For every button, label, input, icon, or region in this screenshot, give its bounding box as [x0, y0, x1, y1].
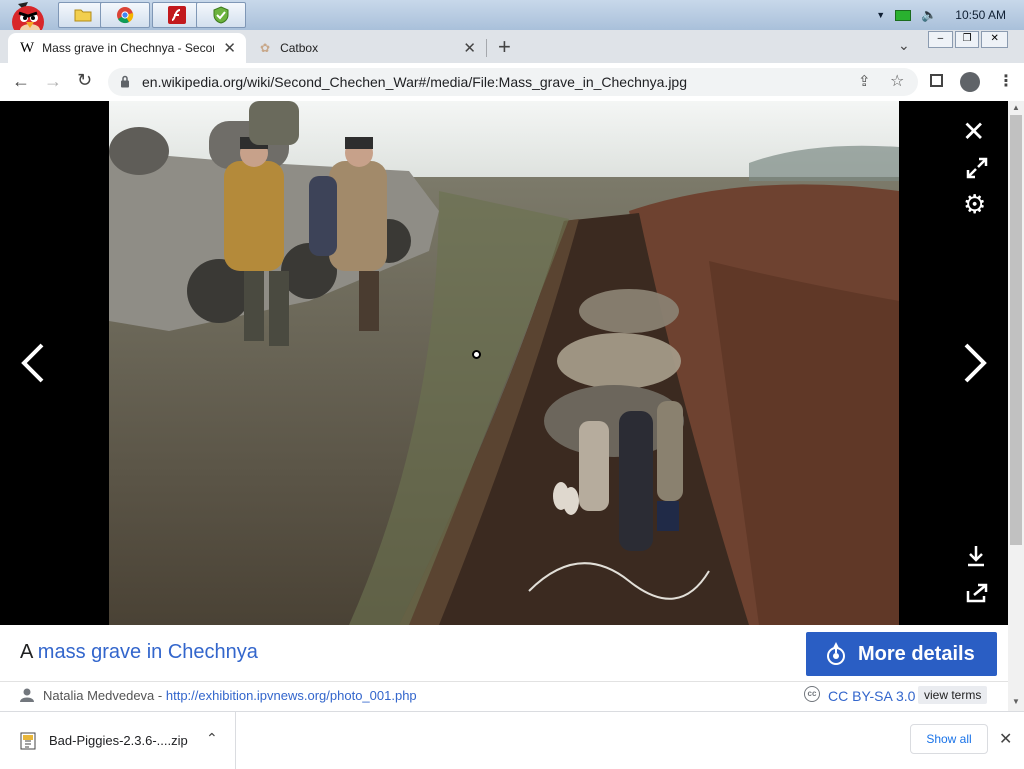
more-details-label: More details: [858, 642, 975, 665]
close-window-icon[interactable]: ✕: [981, 31, 1008, 48]
prev-image-icon[interactable]: [18, 341, 46, 385]
folder-icon: [74, 9, 92, 22]
wikipedia-icon: W: [20, 39, 35, 56]
taskbar-app-flash[interactable]: [152, 2, 202, 28]
fullscreen-icon[interactable]: [965, 156, 989, 180]
clock[interactable]: 10:50 AM: [955, 8, 1006, 22]
media-photo: [109, 101, 899, 625]
tray-expand-icon[interactable]: ▼: [876, 10, 885, 20]
back-icon[interactable]: ←: [12, 71, 30, 92]
new-tab-icon[interactable]: +: [498, 34, 511, 60]
tab-strip: W Mass grave in Chechnya - Secon ✕ ✿ Cat…: [0, 30, 1024, 63]
tab-title: Mass grave in Chechnya - Secon: [42, 41, 215, 55]
volume-icon[interactable]: 🔈: [921, 7, 937, 23]
cursor-icon: [472, 350, 481, 359]
media-caption: A mass grave in Chechnya: [20, 641, 258, 664]
license-link[interactable]: CC BY-SA 3.0: [828, 688, 915, 704]
caption-link[interactable]: mass grave in Chechnya: [38, 641, 258, 663]
commons-logo-icon: [827, 642, 845, 665]
download-shelf: Bad-Piggies-2.3.6-....zip ⌃ Show all ✕: [0, 711, 1024, 769]
scrollbar-thumb[interactable]: [1010, 115, 1022, 545]
lock-icon[interactable]: [120, 75, 130, 88]
close-tab-icon[interactable]: ✕: [463, 39, 476, 57]
tab-wikipedia[interactable]: W Mass grave in Chechnya - Secon ✕: [8, 33, 246, 63]
scroll-up-icon[interactable]: ▲: [1012, 103, 1020, 112]
restore-icon[interactable]: ❐: [954, 31, 980, 48]
url-text[interactable]: en.wikipedia.org/wiki/Second_Chechen_War…: [142, 74, 687, 90]
address-bar[interactable]: en.wikipedia.org/wiki/Second_Chechen_War…: [108, 68, 918, 96]
user-icon: [20, 688, 34, 702]
forward-icon[interactable]: →: [44, 71, 62, 92]
media-viewer: ✕ ⚙: [0, 101, 1008, 625]
more-details-button[interactable]: More details: [806, 632, 997, 676]
next-image-icon[interactable]: [962, 341, 990, 385]
source-link[interactable]: http://exhibition.ipvnews.org/photo_001.…: [166, 688, 417, 703]
share-viewer-icon[interactable]: [965, 582, 989, 604]
system-tray: ▼ 🔈 10:50 AM: [876, 0, 1024, 30]
close-shelf-icon[interactable]: ✕: [999, 729, 1012, 749]
scroll-down-icon[interactable]: ▼: [1012, 697, 1020, 706]
close-viewer-icon[interactable]: ✕: [962, 115, 985, 148]
profile-avatar-icon[interactable]: [960, 72, 980, 92]
zip-file-icon: [20, 732, 36, 750]
author-name: Natalia Medvedeva: [43, 688, 155, 703]
taskbar-app-security[interactable]: [196, 2, 246, 28]
tab-divider: [486, 39, 487, 57]
page-scrollbar[interactable]: ▲ ▼: [1008, 101, 1024, 711]
settings-gear-icon[interactable]: ⚙: [963, 189, 986, 220]
download-file-name: Bad-Piggies-2.3.6-....zip: [49, 733, 188, 748]
os-taskbar: ▼ 🔈 10:50 AM: [0, 0, 1024, 38]
battery-icon[interactable]: [895, 9, 912, 21]
download-item[interactable]: Bad-Piggies-2.3.6-....zip ⌃: [0, 712, 236, 769]
show-all-downloads-button[interactable]: Show all: [910, 724, 988, 754]
reload-icon[interactable]: ↻: [77, 70, 92, 91]
download-icon[interactable]: [965, 544, 987, 568]
menu-icon[interactable]: ⋮: [998, 71, 1014, 91]
tab-catbox[interactable]: ✿ Catbox ✕: [248, 33, 486, 63]
author-separator: -: [154, 688, 166, 703]
download-options-chevron-icon[interactable]: ⌃: [206, 730, 218, 747]
chrome-icon: [117, 7, 134, 24]
catbox-icon: ✿: [260, 41, 271, 55]
media-caption-bar: A mass grave in Chechnya More details Na…: [0, 625, 1008, 711]
flash-icon: [168, 6, 186, 24]
shield-icon: [213, 6, 229, 24]
bookmark-star-icon[interactable]: ☆: [890, 71, 904, 91]
tab-title: Catbox: [280, 41, 319, 55]
window-controls: – ❐ ✕: [928, 31, 1008, 48]
taskbar-app-chrome[interactable]: [100, 2, 150, 28]
browser-toolbar: ← → ↻ en.wikipedia.org/wiki/Second_Chech…: [0, 63, 1024, 102]
view-terms-button[interactable]: view terms: [918, 686, 988, 704]
tab-search-icon[interactable]: ⌄: [898, 37, 910, 54]
credit-row: Natalia Medvedeva - http://exhibition.ip…: [0, 681, 1008, 712]
caption-prefix: A: [20, 641, 38, 663]
minimize-icon[interactable]: –: [928, 31, 953, 48]
share-icon[interactable]: ⇪: [858, 72, 871, 90]
close-tab-icon[interactable]: ✕: [223, 39, 236, 57]
side-panel-icon[interactable]: [930, 74, 943, 87]
credit-line: Natalia Medvedeva - http://exhibition.ip…: [43, 688, 417, 703]
cc-license-icon: cc: [804, 686, 820, 702]
